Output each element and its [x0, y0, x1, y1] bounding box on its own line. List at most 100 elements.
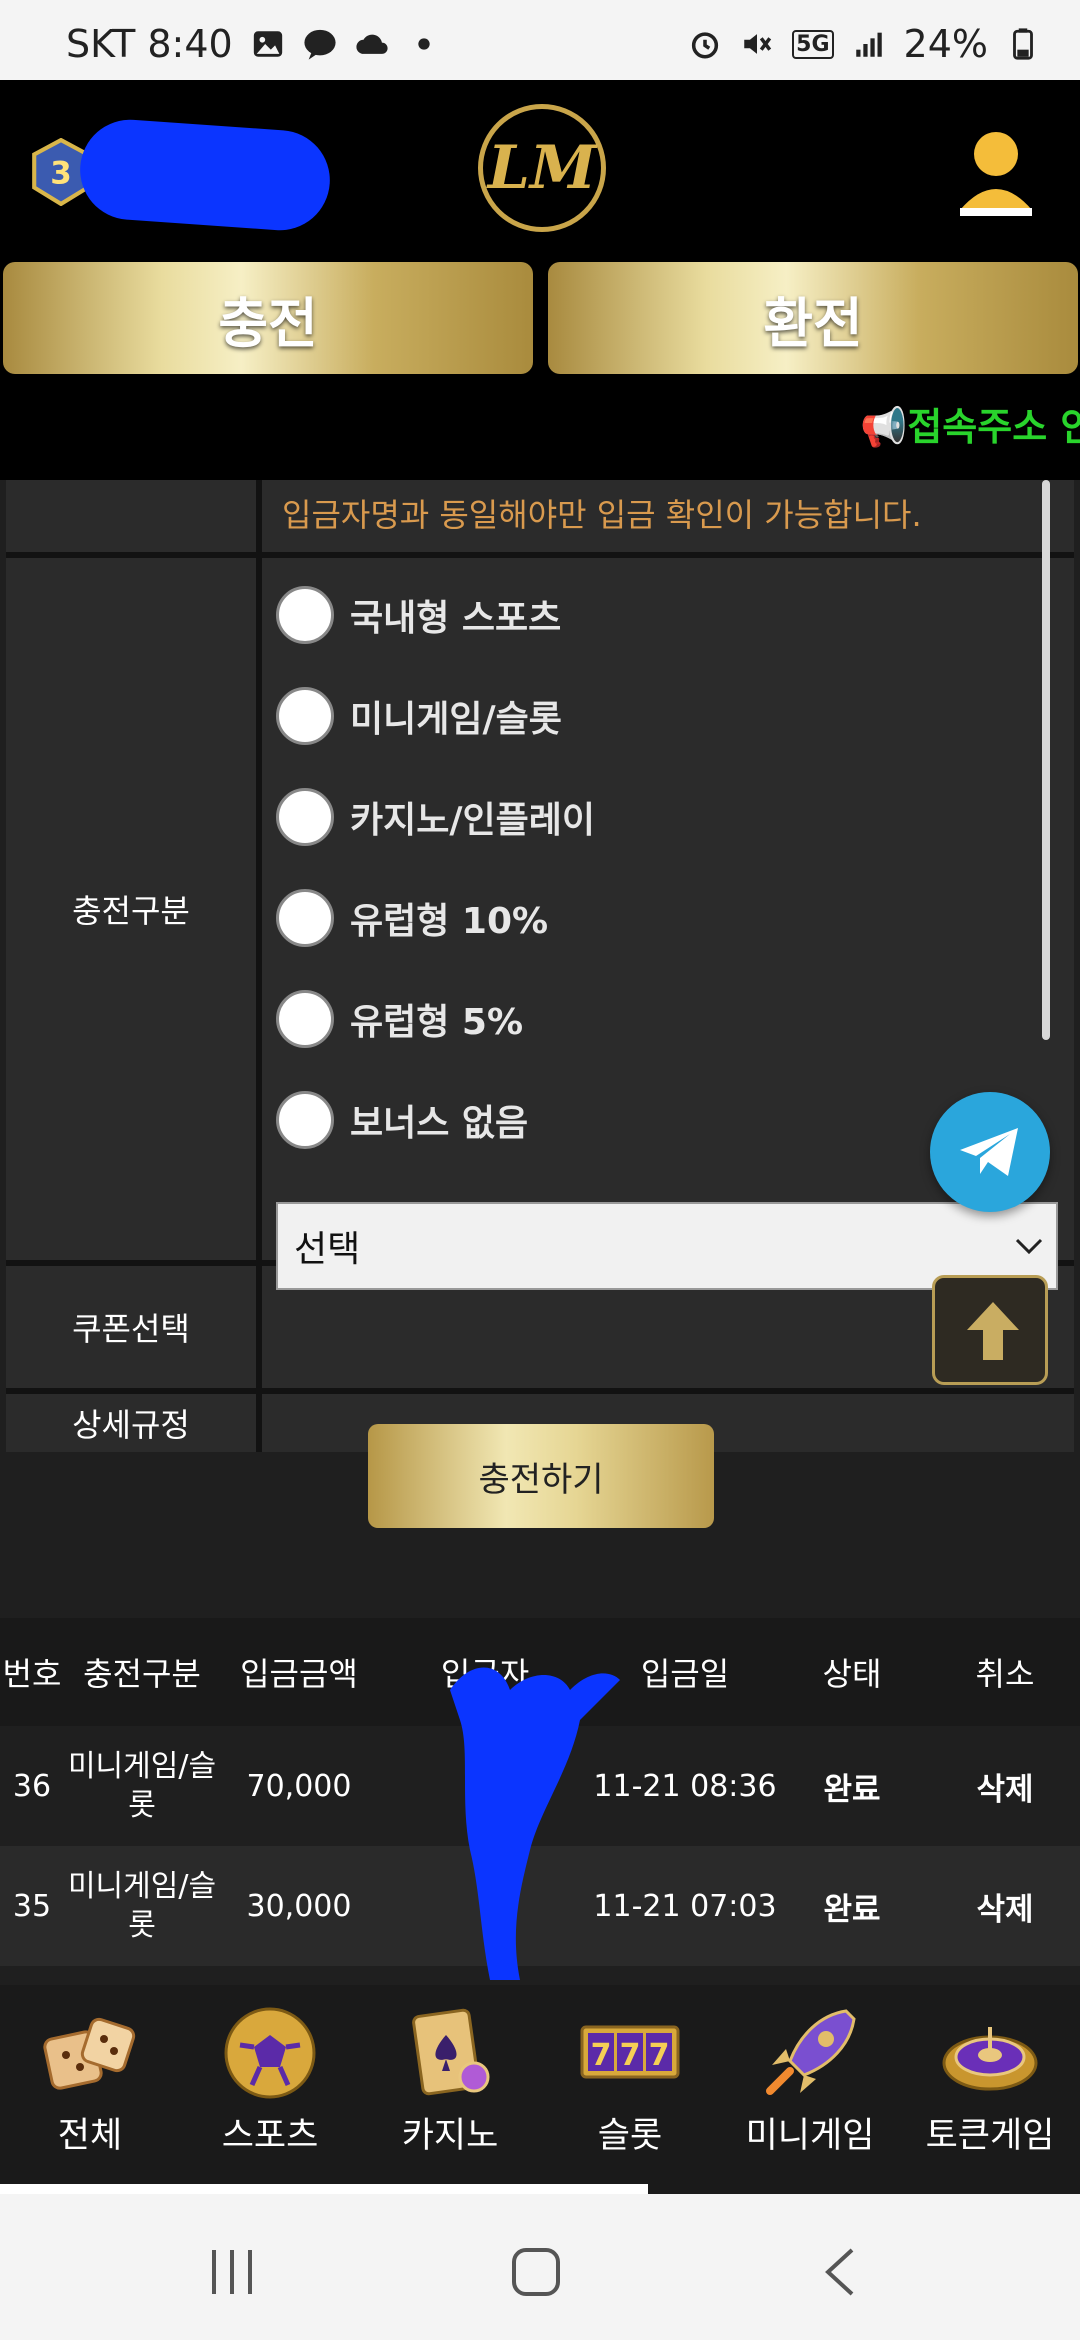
- radio-label: 국내형 스포츠: [350, 598, 562, 639]
- deposit-button-label: 충전: [218, 291, 318, 355]
- talk-icon: [304, 29, 336, 60]
- redaction-scribble: [450, 1667, 620, 1980]
- radio-label: 카지노/인플레이: [350, 800, 595, 841]
- cell-amount: 70,000: [246, 1768, 352, 1804]
- nav-minigame[interactable]: 미니게임: [720, 1985, 900, 2185]
- battery-icon: [1013, 28, 1033, 60]
- radio-circle[interactable]: [276, 687, 334, 745]
- svg-text:7: 7: [620, 2038, 641, 2073]
- radio-no-bonus[interactable]: 보너스 없음: [276, 1091, 528, 1149]
- cell-status: 완료: [823, 1891, 881, 1928]
- network-label: 5G: [792, 29, 834, 59]
- svg-text:7: 7: [649, 2038, 670, 2073]
- logo-text: LM: [487, 133, 597, 203]
- rules-label: 상세규정: [72, 1406, 190, 1444]
- radio-domestic-sports[interactable]: 국내형 스포츠: [276, 586, 561, 644]
- status-carrier-time: SKT 8:40: [66, 22, 233, 66]
- slot-777-icon: 7 7 7: [580, 2025, 680, 2079]
- roulette-icon: [942, 2027, 1038, 2091]
- telegram-button[interactable]: [930, 1092, 1050, 1212]
- nav-sports[interactable]: 스포츠: [180, 1985, 360, 2185]
- system-navigation-bar: [0, 2194, 1080, 2340]
- nav-label: 스포츠: [221, 2116, 319, 2156]
- radio-euro-10[interactable]: 유럽형 10%: [276, 889, 548, 947]
- nav-scroll-fill: [0, 2184, 648, 2194]
- radio-euro-5[interactable]: 유럽형 5%: [276, 990, 523, 1048]
- col-cancel: 취소: [975, 1655, 1035, 1693]
- delete-button[interactable]: 삭제: [940, 1726, 1070, 1846]
- site-logo[interactable]: LM: [478, 104, 606, 232]
- column-divider: [256, 558, 262, 1260]
- nav-label: 슬롯: [597, 2116, 663, 2156]
- redacted-username: [76, 116, 334, 234]
- dot-icon: [418, 38, 430, 50]
- radio-circle[interactable]: [276, 889, 334, 947]
- svg-text:7: 7: [591, 2038, 612, 2073]
- cell-charge-type: 미니게임/슬롯: [67, 1749, 217, 1823]
- withdraw-button[interactable]: 환전: [548, 262, 1078, 374]
- nav-label: 미니게임: [745, 2116, 875, 2156]
- deposit-form: 입금자명과 동일해야만 입금 확인이 가능합니다. 충전구분 국내형 스포츠 미…: [0, 480, 1080, 1985]
- radio-circle[interactable]: [276, 586, 334, 644]
- notice-marquee[interactable]: 📢접속주소 안: [860, 396, 1080, 451]
- status-bar: SKT 8:40 5G 24%: [0, 0, 1080, 80]
- radio-casino-inplay[interactable]: 카지노/인플레이: [276, 788, 595, 846]
- radio-circle[interactable]: [276, 788, 334, 846]
- radio-label: 보너스 없음: [350, 1103, 529, 1144]
- notice-row: 입금자명과 동일해야만 입금 확인이 가능합니다.: [6, 480, 1074, 552]
- coupon-select-value: 선택: [294, 1229, 361, 1270]
- nav-token-game[interactable]: 토큰게임: [900, 1985, 1080, 2185]
- column-divider: [256, 480, 262, 552]
- home-icon[interactable]: [510, 2246, 562, 2298]
- telegram-icon: [960, 1128, 1018, 1176]
- depositor-notice: 입금자명과 동일해야만 입금 확인이 가능합니다.: [282, 496, 922, 534]
- cell-number: 36: [12, 1768, 52, 1804]
- game-category-nav: 전체 스포츠 카지노 7 7 7 슬롯 미니게임 토큰게임: [0, 1985, 1080, 2185]
- nav-casino[interactable]: 카지노: [360, 1985, 540, 2185]
- user-profile-icon[interactable]: [956, 128, 1036, 220]
- nav-all[interactable]: 전체: [0, 1985, 180, 2185]
- radio-label: 유럽형 5%: [350, 1002, 524, 1043]
- scroll-to-top-button[interactable]: [932, 1275, 1048, 1385]
- signal-icon: [855, 32, 882, 57]
- cell-status: 완료: [823, 1771, 881, 1808]
- playing-cards-icon: [412, 2008, 490, 2096]
- radio-label: 유럽형 10%: [350, 901, 549, 942]
- submit-deposit-label: 충전하기: [478, 1459, 604, 1500]
- column-divider: [256, 1394, 262, 1452]
- nav-scroll-indicator: [0, 2184, 1080, 2194]
- recent-apps-icon[interactable]: [208, 2248, 258, 2296]
- col-number: 번호: [2, 1655, 62, 1693]
- radio-minigame-slot[interactable]: 미니게임/슬롯: [276, 687, 562, 745]
- delete-button[interactable]: 삭제: [940, 1846, 1070, 1966]
- battery-percent: 24%: [903, 22, 988, 66]
- cloud-icon: [356, 34, 388, 54]
- col-charge-type: 충전구분: [83, 1655, 201, 1693]
- svg-text:3: 3: [50, 155, 72, 191]
- coupon-label: 쿠폰선택: [72, 1310, 190, 1348]
- form-scrollbar[interactable]: [1042, 480, 1050, 1040]
- arrow-up-icon: [967, 1302, 1019, 1360]
- cell-amount: 30,000: [246, 1888, 352, 1924]
- notice-cell: 입금자명과 동일해야만 입금 확인이 가능합니다.: [261, 480, 1074, 552]
- submit-deposit-button[interactable]: 충전하기: [368, 1424, 714, 1528]
- soccer-ball-icon: [224, 2007, 316, 2099]
- chevron-down-icon: [1015, 1238, 1043, 1255]
- radio-circle[interactable]: [276, 1091, 334, 1149]
- mute-icon: [744, 34, 772, 54]
- nav-label: 전체: [57, 2116, 123, 2156]
- radio-circle[interactable]: [276, 990, 334, 1048]
- gallery-icon: [253, 31, 282, 57]
- charge-type-label: 충전구분: [72, 892, 190, 930]
- nav-label: 토큰게임: [925, 2116, 1055, 2156]
- withdraw-button-label: 환전: [763, 291, 863, 355]
- cell-charge-type: 미니게임/슬롯: [67, 1869, 217, 1943]
- column-divider: [256, 1266, 262, 1388]
- back-icon[interactable]: [822, 2246, 858, 2298]
- dice-icon: [43, 2017, 136, 2090]
- nav-slot[interactable]: 7 7 7 슬롯: [540, 1985, 720, 2185]
- app-header: 3 LM 충전 환전 📢접속주소 안: [0, 80, 1080, 480]
- radio-label: 미니게임/슬롯: [350, 699, 562, 740]
- deposit-button[interactable]: 충전: [3, 262, 533, 374]
- col-status: 상태: [822, 1655, 882, 1693]
